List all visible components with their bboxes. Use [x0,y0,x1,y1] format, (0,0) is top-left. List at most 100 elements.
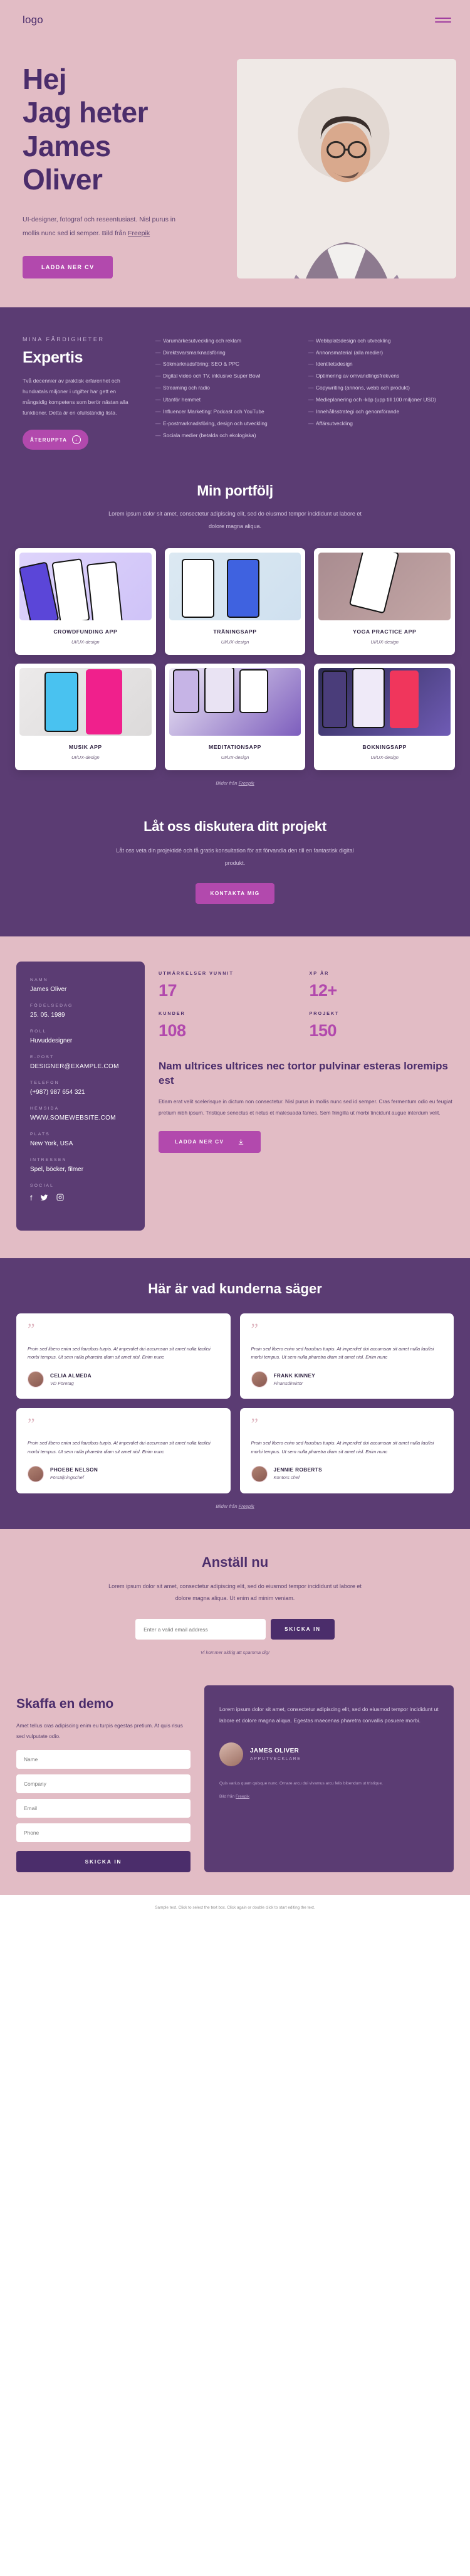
person-illustration [237,59,456,278]
info-row: INTRESSEN Spel, böcker, filmer [30,1158,131,1173]
skill-item: Direktsvarsmarknadsföring [155,348,295,358]
signup-submit-button[interactable]: SKICKA IN [271,1619,335,1640]
testimonial-name: CELIA ALMEDA [50,1372,92,1379]
footer-text: Sample text. Click to select the text bo… [155,1905,315,1910]
skill-item: Varumärkesutveckling och reklam [155,336,295,346]
portfolio-card[interactable]: TRÄNINGSAPP UI/UX-design [164,548,306,655]
info-label: ROLL [30,1029,47,1034]
skills-heading: Expertis [23,348,83,366]
hamburger-menu-icon[interactable] [435,15,451,25]
instagram-icon[interactable] [56,1194,64,1201]
social-label: SOCIAL [30,1184,55,1189]
email-input[interactable] [135,1619,266,1640]
portfolio-card[interactable]: YOGA PRACTICE APP UI/UX-design [314,548,455,655]
portfolio-card[interactable]: MEDITATIONSAPP UI/UX-design [164,663,306,770]
name-field[interactable] [16,1749,191,1769]
quote-icon: ” [251,1415,259,1434]
info-label: PLATS [30,1132,51,1137]
download-cv-button-2[interactable]: LADDA NER CV [159,1130,261,1153]
portfolio-thumbnail [19,552,152,620]
portfolio-thumbnail [169,667,301,736]
social-links: f [30,1194,131,1202]
info-row: NAMN James Oliver [30,978,131,993]
freepik-link[interactable]: Freepik [128,230,150,237]
email-field[interactable] [16,1798,191,1818]
portfolio-grid: CROWDFUNDING APP UI/UX-design TRÄNINGSAP… [15,548,455,770]
portfolio-card[interactable]: BOKNINGSAPP UI/UX-design [314,663,455,770]
company-field[interactable] [16,1774,191,1793]
footer: Sample text. Click to select the text bo… [0,1894,470,1922]
demo-credit-text: Bild från [219,1794,236,1799]
info-value[interactable]: DESIGNER@EXAMPLE.COM [30,1063,131,1070]
portfolio-credit-link[interactable]: Freepik [239,780,254,786]
skill-item: Webbplatsdesign och utveckling [308,336,447,346]
contact-me-button[interactable]: KONTAKTA MIG [195,883,275,904]
testimonial-card: ” Proin sed libero enim sed faucibus tur… [16,1313,231,1399]
info-label: TELEFON [30,1081,60,1086]
quote-icon: ” [28,1415,35,1434]
testimonials-credit-link[interactable]: Freepik [239,1503,254,1509]
stat-value: 150 [309,1021,337,1041]
skill-item: Medieplanering och -köp (upp till 100 mi… [308,395,447,405]
demo-text: Amet tellus cras adipiscing enim eu turp… [16,1722,183,1740]
info-row: ROLL Huvuddesigner [30,1029,131,1044]
skills-list-2: Webbplatsdesign och utveckling Annonsmat… [308,336,447,430]
cta-text: Låt oss veta din projektidé och få grati… [116,847,354,866]
info-row: E-POST DESIGNER@EXAMPLE.COM [30,1055,131,1070]
portfolio-card-category: UI/UX-design [370,754,399,760]
portfolio-card-name: BOKNINGSAPP [362,743,407,750]
testimonials-section: Här är vad kunderna säger ” Proin sed li… [0,1258,470,1529]
personal-info-card: NAMN James Oliver FÖDELSEDAG 25. 05. 1989 … [16,962,145,1231]
avatar [251,1371,268,1388]
portfolio-thumbnail [19,667,152,736]
demo-credit-link[interactable]: Freepik [236,1794,249,1799]
info-row: HEMSIDA WWW.SOMEWEBSITE.COM [30,1106,131,1121]
skill-item: Copywriting (annons, webb och produkt) [308,383,447,393]
cta-section: Låt oss diskutera ditt projekt Låt oss v… [0,802,470,937]
testimonial-text: Proin sed libero enim sed faucibus turpi… [28,1440,211,1455]
portfolio-card[interactable]: MUSIK APP UI/UX-design [15,663,156,770]
info-row: FÖDELSEDAG 25. 05. 1989 [30,1004,131,1019]
facebook-icon[interactable]: f [30,1194,32,1202]
portfolio-card-category: UI/UX-design [71,639,100,645]
stat-item: KUNDER 108 [159,1010,303,1041]
phone-field[interactable] [16,1823,191,1842]
portfolio-card-name: TRÄNINGSAPP [213,628,257,635]
stat-value: 17 [159,981,177,1000]
resume-button-label: ÅTERUPPTA [30,437,68,443]
demo-quote-panel: Lorem ipsum dolor sit amet, consectetur … [204,1685,454,1872]
demo-form: SKICKA IN [16,1749,191,1872]
stat-label: KUNDER [159,1010,185,1017]
skill-item: Streaming och radio [155,383,295,393]
portfolio-card[interactable]: CROWDFUNDING APP UI/UX-design [15,548,156,655]
hero-description: UI-designer, fotograf och reseentusiast.… [23,213,179,240]
cta-title: Låt oss diskutera ditt projekt [144,818,326,834]
skills-eyebrow: MINA FÄRDIGHETER [23,336,105,342]
demo-person-name: JAMES OLIVER [250,1747,300,1755]
testimonial-role: Kontors chef [273,1475,300,1481]
top-bar: logo [0,9,470,26]
skill-item: Identitetsdesign [308,359,447,369]
logo[interactable]: logo [23,14,43,26]
info-value[interactable]: (+987) 987 654 321 [30,1089,131,1096]
twitter-icon[interactable] [40,1194,48,1202]
hero-title-line-4: Oliver [23,163,103,196]
skills-list-1: Varumärkesutveckling och reklam Direktsv… [155,336,295,442]
skill-item: Digital video och TV, inklusive Super Bo… [155,371,295,381]
portfolio-card-category: UI/UX-design [370,639,399,645]
info-value: 25. 05. 1989 [30,1012,65,1019]
download-cv-button[interactable]: LADDA NER CV [23,255,113,278]
portfolio-section: Min portfölj Lorem ipsum dolor sit amet,… [0,477,470,802]
portfolio-card-name: MEDITATIONSAPP [208,743,261,750]
testimonial-role: Försäljningschef [50,1475,84,1481]
skills-paragraph: Två decennier av praktisk erfarenhet och… [23,377,128,416]
testimonial-role: VD Företag [50,1380,74,1386]
avatar [28,1465,44,1482]
info-value[interactable]: WWW.SOMEWEBSITE.COM [30,1115,131,1121]
resume-button[interactable]: ÅTERUPPTA ↓ [23,430,89,450]
skill-item: Innehållsstrategi och genomförande [308,407,447,417]
social-row: SOCIAL f [30,1184,131,1202]
testimonial-card: ” Proin sed libero enim sed faucibus tur… [16,1408,231,1493]
demo-submit-button[interactable]: SKICKA IN [16,1850,191,1872]
testimonial-name: PHOEBE NELSON [50,1467,98,1473]
